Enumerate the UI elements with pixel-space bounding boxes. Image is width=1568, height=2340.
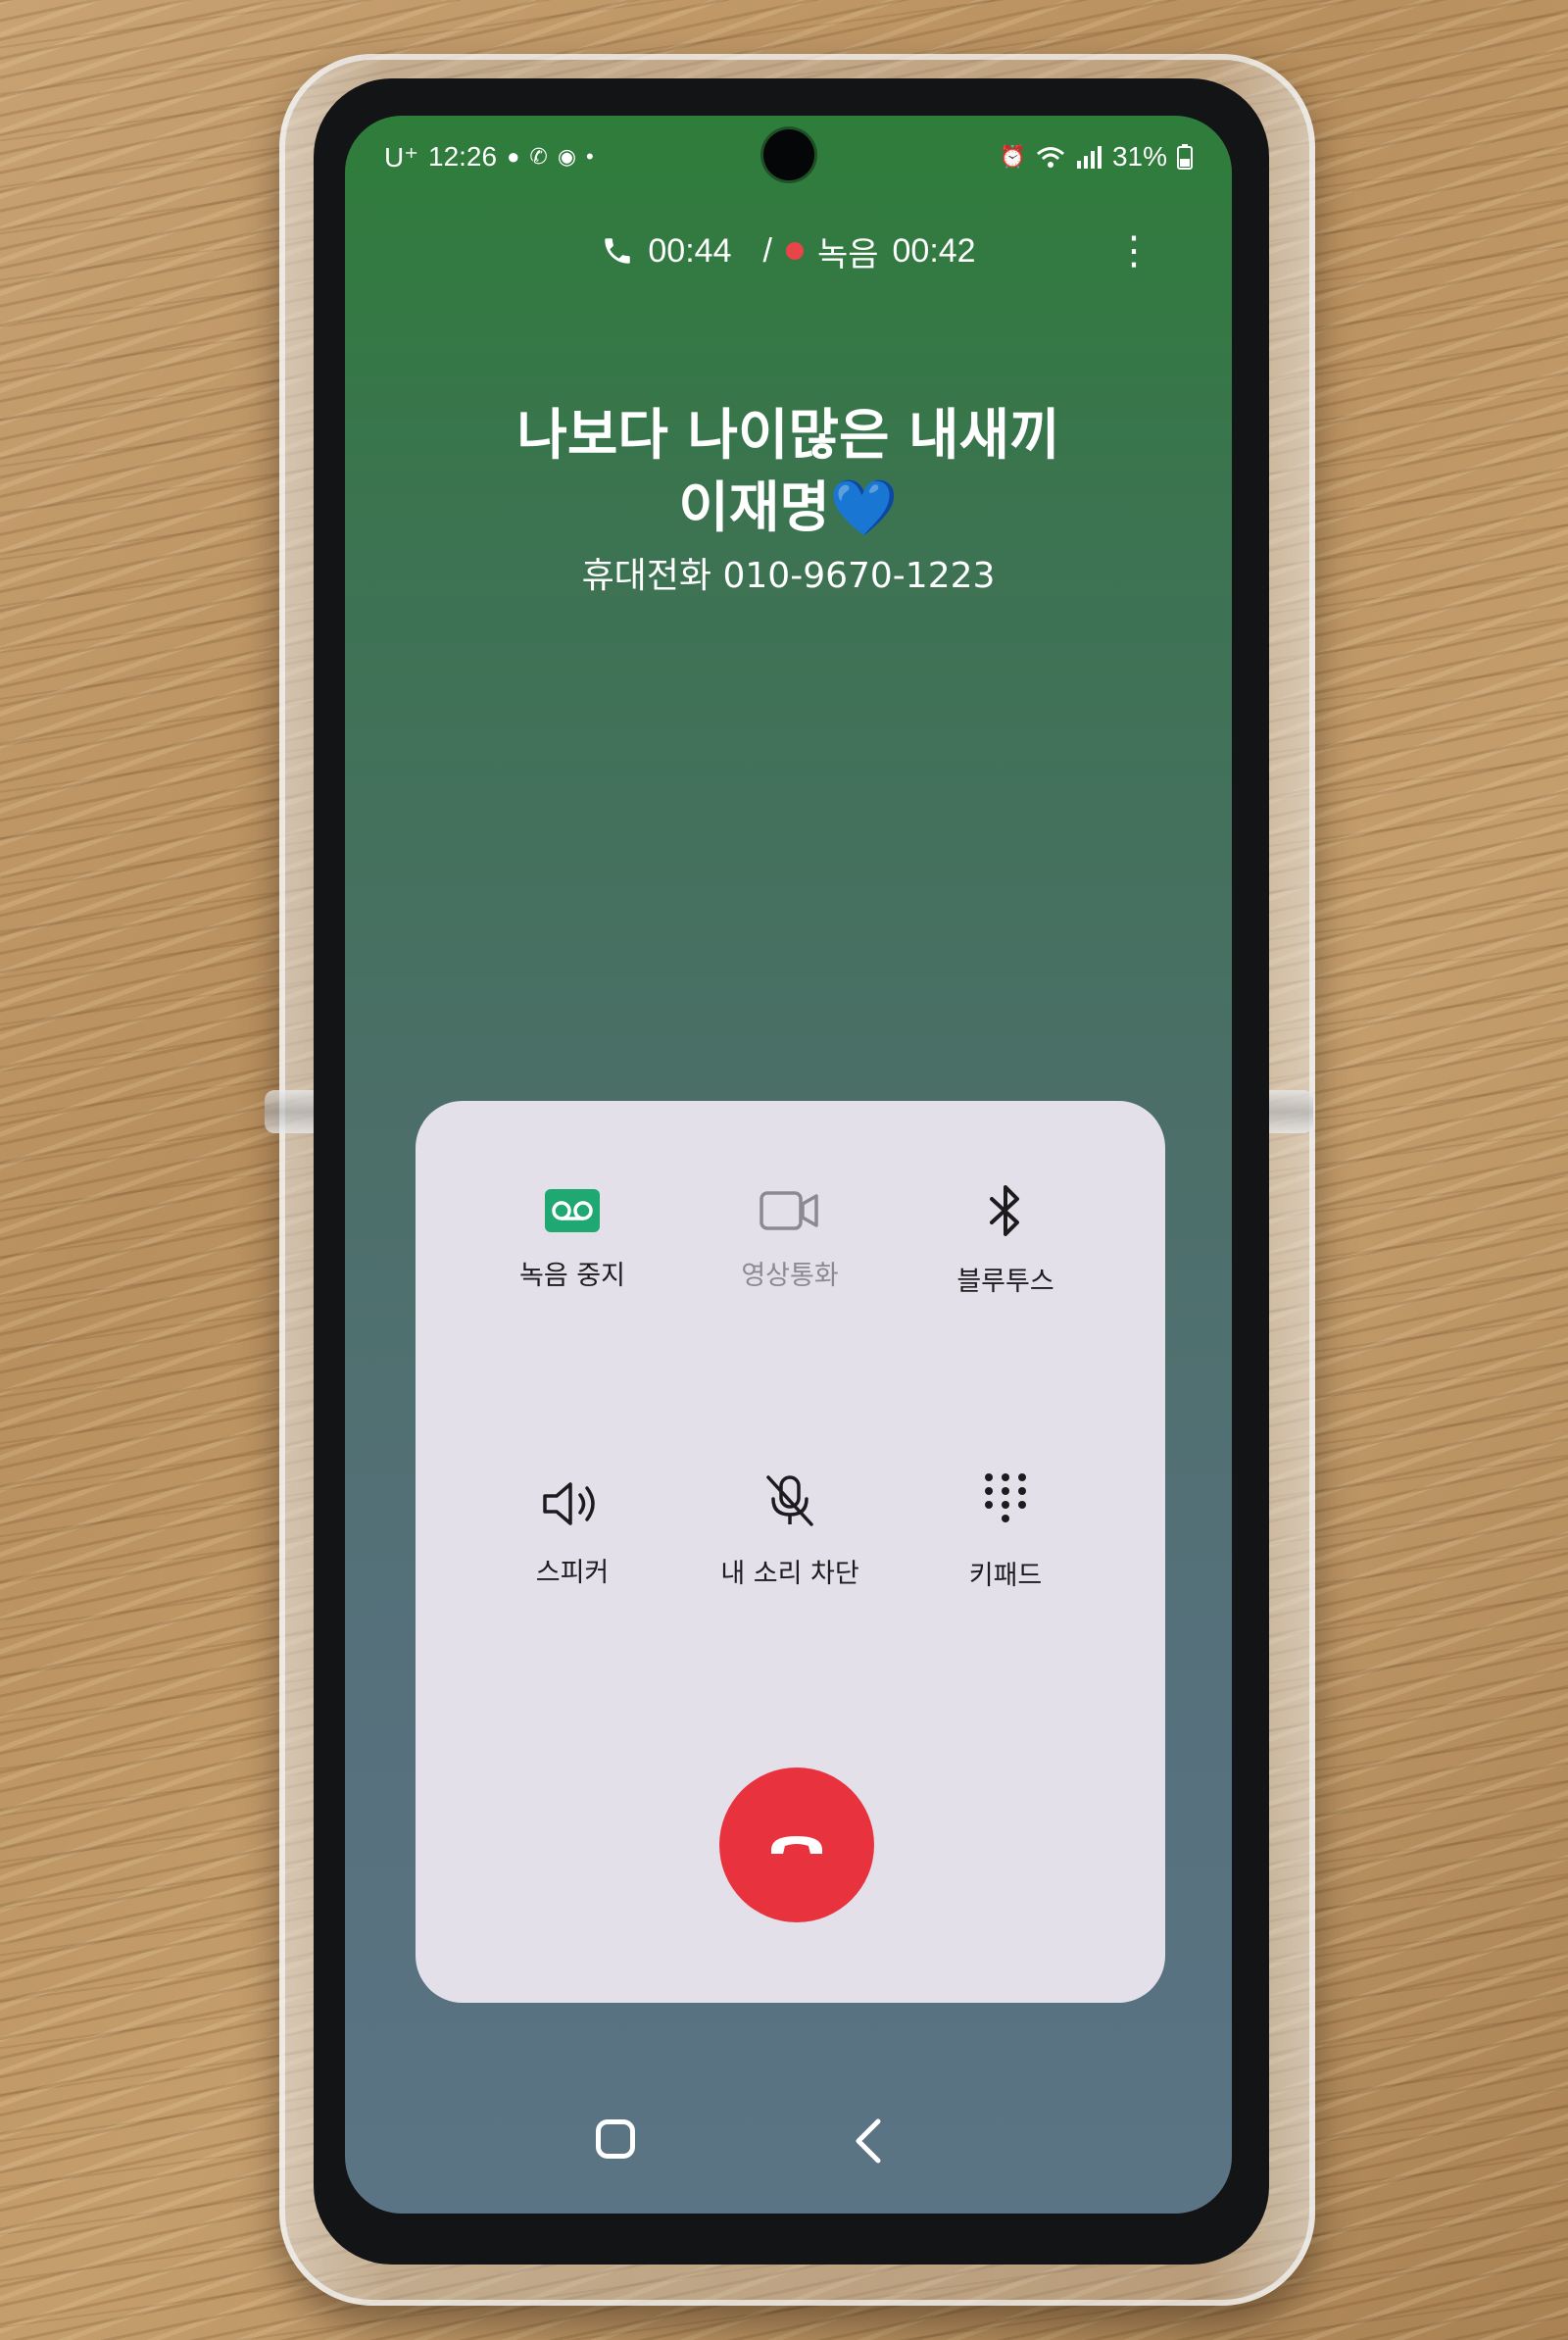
status-bar: U⁺ 12:26 ● ✆ ◉ • ⏰ 31% <box>384 135 1193 178</box>
signal-icon <box>1076 146 1102 169</box>
call-timer-bar: 00:44 / 녹음 00:42 <box>345 222 1232 280</box>
contact-name-line1: 나보다 나이많은 내새끼 <box>516 404 1060 468</box>
bluetooth-label: 블루투스 <box>956 1267 1054 1297</box>
more-options-icon[interactable]: ⋮ <box>1114 222 1153 280</box>
speaker-icon <box>543 1482 595 1525</box>
voicemail-icon <box>545 1189 600 1232</box>
speaker-button[interactable]: 스피커 <box>465 1478 680 1625</box>
recording-label: 녹음 <box>816 235 879 274</box>
contact-name-line2: 이재명💙 <box>678 476 899 540</box>
battery-icon <box>1177 144 1193 170</box>
recording-dot-icon <box>785 242 804 260</box>
bluetooth-icon <box>990 1185 1019 1236</box>
clock: 12:26 <box>428 141 498 172</box>
navigation-bar <box>345 2106 1232 2184</box>
back-icon[interactable] <box>845 2114 894 2168</box>
video-call-label: 영상통화 <box>741 1261 839 1291</box>
call-duration: 00:44 <box>648 231 732 270</box>
video-call-button[interactable]: 영상통화 <box>682 1189 898 1336</box>
in-call-controls-panel: 녹음 중지 영상통화 블루투스 스피커 내 소리 차단 키패드 <box>416 1101 1165 2003</box>
keypad-icon <box>985 1473 1026 1522</box>
wifi-icon <box>1036 147 1064 168</box>
end-call-button[interactable] <box>719 1767 874 1922</box>
contact-name: 나보다 나이많은 내새끼 이재명💙 <box>345 400 1232 545</box>
stop-recording-button[interactable]: 녹음 중지 <box>465 1189 680 1336</box>
mute-button[interactable]: 내 소리 차단 <box>682 1471 898 1618</box>
microphone-off-icon <box>766 1475 813 1526</box>
call-status-icon: ✆ <box>529 144 548 169</box>
message-icon: ◉ <box>557 144 577 169</box>
alarm-icon: ⏰ <box>999 144 1026 169</box>
stop-recording-label: 녹음 중지 <box>519 1261 625 1291</box>
bluetooth-button[interactable]: 블루투스 <box>898 1183 1113 1330</box>
phone-screen: U⁺ 12:26 ● ✆ ◉ • ⏰ 31% 00:44 / 녹음 00:42 … <box>345 116 1232 2214</box>
home-icon[interactable] <box>596 2119 635 2159</box>
keypad-label: 키패드 <box>968 1561 1043 1591</box>
carrier-label: U⁺ <box>384 141 418 173</box>
wooden-table-background: U⁺ 12:26 ● ✆ ◉ • ⏰ 31% 00:44 / 녹음 00:42 … <box>0 0 1568 2340</box>
speaker-label: 스피커 <box>535 1558 610 1588</box>
battery-percent: 31% <box>1111 141 1167 172</box>
phone-icon <box>605 238 631 264</box>
recording-time: 00:42 <box>892 231 976 270</box>
mute-label: 내 소리 차단 <box>720 1559 859 1589</box>
end-call-icon <box>771 1836 822 1854</box>
separator: / <box>762 231 772 270</box>
video-camera-icon <box>760 1191 818 1230</box>
more-notifications-icon: • <box>586 144 594 169</box>
app-notification-icon: ● <box>507 144 520 169</box>
contact-number: 휴대전화 010-9670-1223 <box>581 556 996 596</box>
keypad-button[interactable]: 키패드 <box>898 1471 1113 1618</box>
